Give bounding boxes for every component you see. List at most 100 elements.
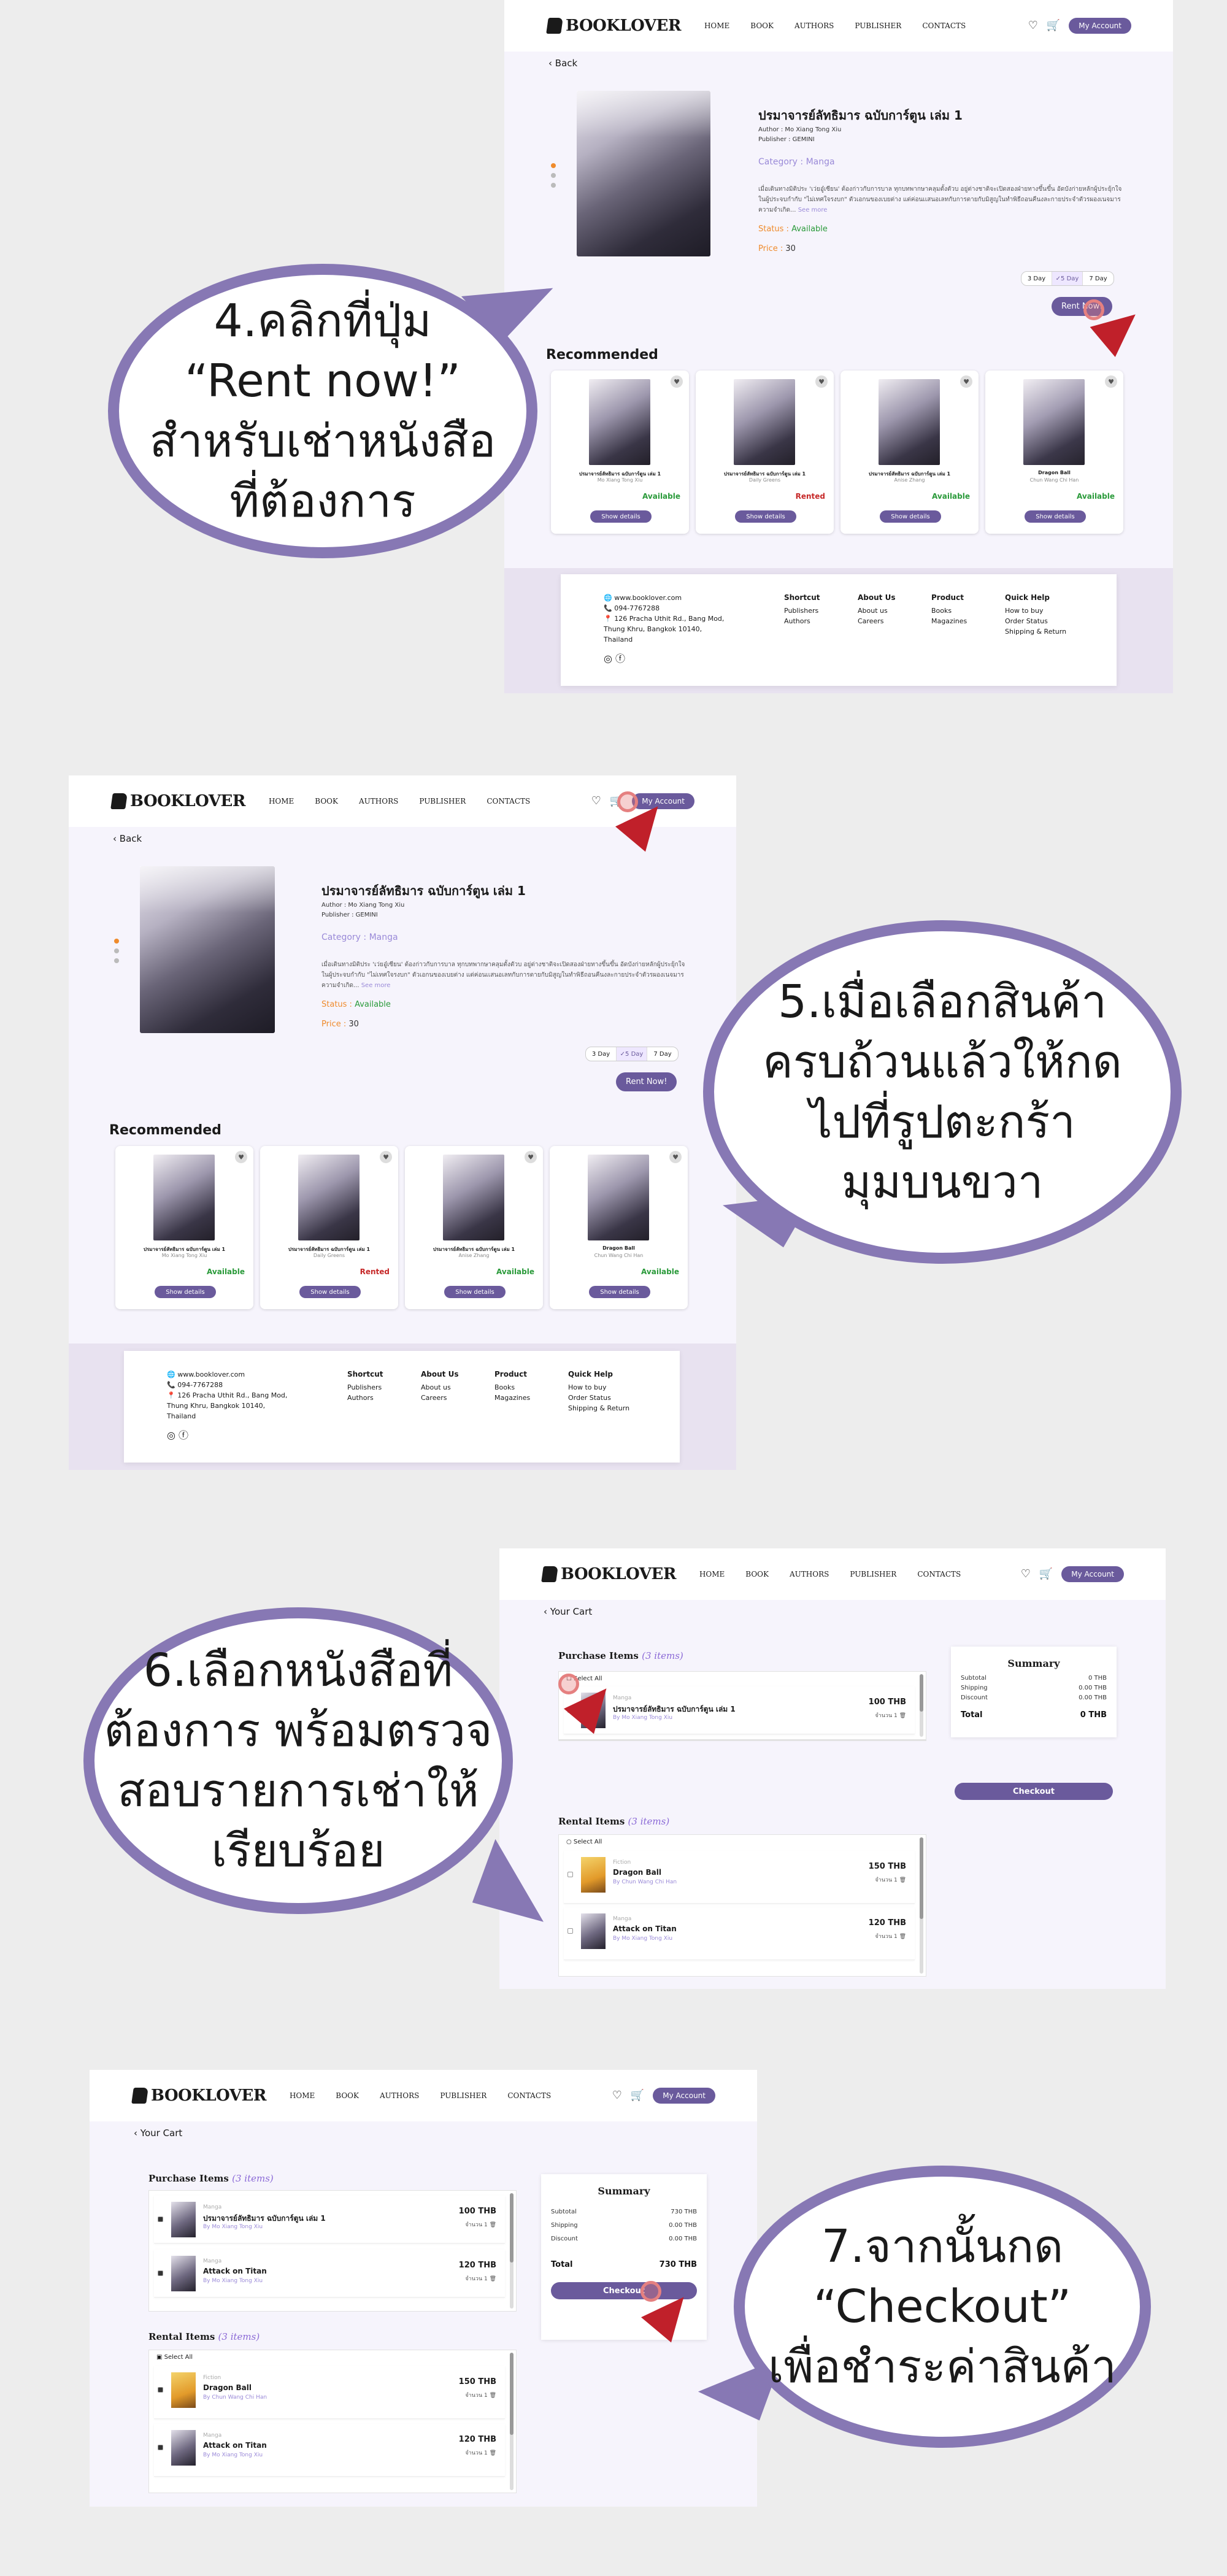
favorite-icon[interactable]: ♥ <box>671 375 683 388</box>
nav-book[interactable]: BOOK <box>336 2091 359 2100</box>
social-icons[interactable]: ◎ ⓕ <box>167 1430 296 1440</box>
cart-icon[interactable]: 🛒 <box>631 2090 644 2101</box>
show-details-button[interactable]: Show details <box>735 510 796 523</box>
favorite-icon[interactable]: ♥ <box>960 375 972 388</box>
trash-icon[interactable]: 🗑 <box>899 1877 906 1883</box>
nav-publisher[interactable]: PUBLISHER <box>855 21 901 30</box>
brand-logo[interactable]: BOOKLOVER <box>110 792 245 810</box>
social-icons[interactable]: ◎ ⓕ <box>604 653 733 664</box>
back-link[interactable]: ‹ Back <box>504 52 1173 75</box>
duration-5day[interactable]: ✓ 5 Day <box>1052 272 1083 285</box>
scrollbar[interactable] <box>510 2353 513 2490</box>
heart-icon[interactable]: ♡ <box>591 796 601 807</box>
nav-book[interactable]: BOOK <box>315 797 338 805</box>
favorite-icon[interactable]: ♥ <box>815 375 828 388</box>
nav-publisher[interactable]: PUBLISHER <box>850 1570 896 1578</box>
show-details-button[interactable]: Show details <box>589 1286 650 1298</box>
nav-contacts[interactable]: CONTACTS <box>917 1570 961 1578</box>
heart-icon[interactable]: ♡ <box>1021 1569 1031 1580</box>
my-account-button[interactable]: My Account <box>1061 1566 1124 1582</box>
brand-logo[interactable]: BOOKLOVER <box>541 1565 676 1583</box>
navbar: BOOKLOVER HOME BOOK AUTHORS PUBLISHER CO… <box>499 1548 1166 1600</box>
duration-5day[interactable]: ✓ 5 Day <box>617 1047 647 1061</box>
row-checkbox[interactable] <box>158 2445 163 2450</box>
nav-contacts[interactable]: CONTACTS <box>487 797 530 805</box>
cart-row: Manga ปรมาจารย์ลัทธิมาร ฉบับการ์ตูน เล่ม … <box>564 1686 915 1734</box>
show-details-button[interactable]: Show details <box>880 510 941 523</box>
carousel-dots[interactable] <box>551 163 556 188</box>
show-details-button[interactable]: Show details <box>444 1286 506 1298</box>
nav-authors[interactable]: AUTHORS <box>359 797 398 805</box>
row-checkbox[interactable] <box>158 2270 163 2276</box>
summary-box: Summary Subtotal 0 THB Shipping 0.00 THB D… <box>951 1647 1117 1737</box>
duration-7day[interactable]: 7 Day <box>1083 272 1114 285</box>
scrollbar[interactable] <box>920 1674 923 1737</box>
duration-selector[interactable]: 3 Day ✓ 5 Day 7 Day <box>1021 271 1114 286</box>
see-more-link[interactable]: See more <box>361 982 391 989</box>
my-account-button[interactable]: My Account <box>653 2088 715 2104</box>
cart-screen-1: BOOKLOVER HOME BOOK AUTHORS PUBLISHER CO… <box>499 1548 1166 1989</box>
row-checkbox[interactable] <box>567 1872 573 1877</box>
cart-icon[interactable]: 🛒 <box>1039 1569 1053 1580</box>
row-checkbox[interactable] <box>158 2387 163 2393</box>
cart-icon[interactable]: 🛒 <box>1047 20 1060 31</box>
trash-icon[interactable]: 🗑 <box>490 2222 496 2228</box>
nav-home[interactable]: HOME <box>699 1570 725 1578</box>
show-details-button[interactable]: Show details <box>590 510 652 523</box>
caption-bubble-step6: 6.เลือกหนังสือที่ ต้องการ พร้อมตรวจ สอบราย… <box>83 1607 513 1914</box>
trash-icon[interactable]: 🗑 <box>490 2276 496 2282</box>
favorite-icon[interactable]: ♥ <box>235 1151 247 1163</box>
duration-3day[interactable]: 3 Day <box>586 1047 617 1061</box>
trash-icon[interactable]: 🗑 <box>899 1934 906 1940</box>
scrollbar[interactable] <box>920 1837 923 1974</box>
checkout-button[interactable]: Checkout <box>955 1783 1113 1800</box>
trash-icon[interactable]: 🗑 <box>490 2393 496 2399</box>
scrollbar[interactable] <box>510 2193 513 2309</box>
favorite-icon[interactable]: ♥ <box>380 1151 392 1163</box>
show-details-button[interactable]: Show details <box>155 1286 216 1298</box>
see-more-link[interactable]: See more <box>798 207 828 213</box>
favorite-icon[interactable]: ♥ <box>669 1151 682 1163</box>
nav-book[interactable]: BOOK <box>745 1570 769 1578</box>
trash-icon[interactable]: 🗑 <box>899 1713 906 1719</box>
cart-row: Manga Attack on Titan By Mo Xiang Tong Xiu… <box>154 2424 505 2477</box>
favorite-icon[interactable]: ♥ <box>1105 375 1117 388</box>
show-details-button[interactable]: Show details <box>299 1286 361 1298</box>
row-checkbox[interactable] <box>158 2217 163 2222</box>
select-all-rental[interactable]: ○ Select All <box>566 1839 602 1845</box>
book-category: Category : Manga <box>758 157 835 167</box>
rent-now-button[interactable]: Rent Now! <box>616 1072 677 1091</box>
nav-authors[interactable]: AUTHORS <box>380 2091 419 2100</box>
show-details-button[interactable]: Show details <box>1025 510 1086 523</box>
nav-publisher[interactable]: PUBLISHER <box>440 2091 487 2100</box>
brand-logo[interactable]: BOOKLOVER <box>546 17 681 35</box>
brand-logo[interactable]: BOOKLOVER <box>131 2086 266 2105</box>
nav-authors[interactable]: AUTHORS <box>794 21 834 30</box>
nav-home[interactable]: HOME <box>269 797 294 805</box>
duration-7day[interactable]: 7 Day <box>647 1047 678 1061</box>
favorite-icon[interactable]: ♥ <box>525 1151 537 1163</box>
nav-home[interactable]: HOME <box>704 21 729 30</box>
nav-authors[interactable]: AUTHORS <box>790 1570 829 1578</box>
trash-icon[interactable]: 🗑 <box>490 2450 496 2456</box>
nav-contacts[interactable]: CONTACTS <box>507 2091 551 2100</box>
nav-contacts[interactable]: CONTACTS <box>922 21 966 30</box>
book-status: Status : Available <box>321 1000 391 1009</box>
nav-home[interactable]: HOME <box>290 2091 315 2100</box>
your-cart-back-link[interactable]: ‹ Your Cart <box>499 1600 1166 1623</box>
footer-contact: 🌐 www.booklover.com 📞 094-7767288 📍 126 … <box>167 1369 296 1440</box>
duration-selector[interactable]: 3 Day ✓ 5 Day 7 Day <box>585 1047 679 1061</box>
nav-publisher[interactable]: PUBLISHER <box>419 797 466 805</box>
row-checkbox[interactable] <box>567 1928 573 1934</box>
select-all-rental[interactable]: ▣ Select All <box>156 2354 193 2361</box>
book-meta: Author : Mo Xiang Tong Xiu Publisher : G… <box>758 126 842 143</box>
nav-book[interactable]: BOOK <box>750 21 774 30</box>
your-cart-back-link[interactable]: ‹ Your Cart <box>90 2121 757 2145</box>
rental-items-heading: Rental Items (3 items) <box>558 1816 670 1827</box>
heart-icon[interactable]: ♡ <box>1028 20 1038 31</box>
duration-3day[interactable]: 3 Day <box>1021 272 1052 285</box>
cart-row: Manga ปรมาจารย์ลัทธิมาร ฉบับการ์ตูน เล่ม … <box>154 2196 505 2243</box>
carousel-dots[interactable] <box>114 939 119 963</box>
my-account-button[interactable]: My Account <box>1069 18 1131 34</box>
heart-icon[interactable]: ♡ <box>612 2090 622 2101</box>
